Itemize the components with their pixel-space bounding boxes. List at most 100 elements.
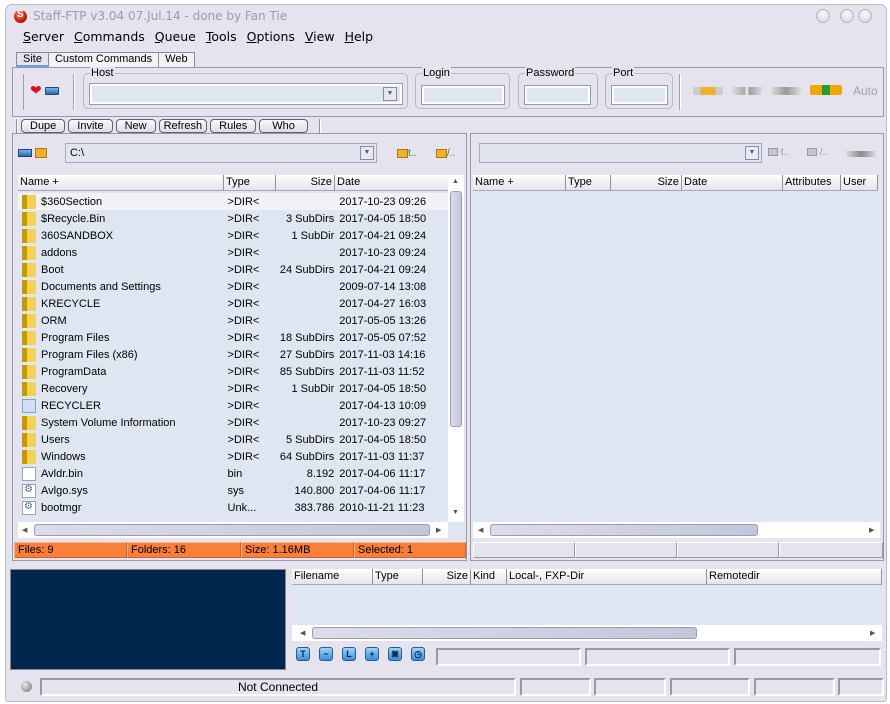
local-path-combo[interactable]: C:\ ▼ xyxy=(65,143,377,163)
login-input[interactable] xyxy=(421,85,505,105)
queue-schedule-icon[interactable]: ◷ xyxy=(411,647,425,661)
file-row[interactable]: Boot >DIR< 24 SubDirs 2017-04-21 09:24 xyxy=(18,261,448,278)
scroll-left-icon[interactable]: ◀ xyxy=(478,526,483,534)
dupe-button[interactable]: Dupe xyxy=(21,119,66,133)
col-type[interactable]: Type xyxy=(373,569,423,585)
local-vertical-scrollbar[interactable]: ▲ ▼ xyxy=(448,175,464,522)
local-computer-icon[interactable] xyxy=(18,149,32,157)
file-row[interactable]: Program Files >DIR< 18 SubDirs 2017-05-05 0… xyxy=(18,329,448,346)
queue-remove-icon[interactable]: − xyxy=(319,647,333,661)
menu-view[interactable]: View xyxy=(300,29,340,47)
sync-folders-icon[interactable] xyxy=(810,85,842,95)
file-row[interactable]: 360SANDBOX >DIR< 1 SubDir 2017-04-21 09:24 xyxy=(18,227,448,244)
local-root-dir-icon[interactable]: /.. xyxy=(436,148,455,159)
rules-button[interactable]: Rules xyxy=(210,119,257,133)
invite-button[interactable]: Invite xyxy=(68,119,113,133)
col-size[interactable]: Size xyxy=(611,175,682,191)
col-attributes[interactable]: Attributes xyxy=(783,175,841,191)
file-row[interactable]: Avldr.bin bin 8.192 2017-04-06 11:17 xyxy=(18,465,448,482)
tab-web[interactable]: Web xyxy=(158,52,195,67)
host-input[interactable] xyxy=(89,83,403,105)
menu-options[interactable]: Options xyxy=(242,29,300,47)
file-row[interactable]: $Recycle.Bin >DIR< 3 SubDirs 2017-04-05 18:… xyxy=(18,210,448,227)
auto-label[interactable]: Auto xyxy=(853,84,878,98)
local-file-list[interactable]: Name + Type Size Date $360Section >DIR< 20… xyxy=(18,175,464,538)
col-type[interactable]: Type xyxy=(224,175,276,191)
col-date[interactable]: Date xyxy=(682,175,783,191)
col-kind[interactable]: Kind xyxy=(471,569,507,585)
file-row[interactable]: Windows >DIR< 64 SubDirs 2017-11-03 11:37 xyxy=(18,448,448,465)
col-size[interactable]: Size xyxy=(423,569,471,585)
file-row[interactable]: ProgramData >DIR< 85 SubDirs 2017-11-03 11:… xyxy=(18,363,448,380)
scroll-left-icon[interactable]: ◀ xyxy=(22,526,27,534)
file-row[interactable]: $360Section >DIR< 2017-10-23 09:26 xyxy=(18,193,448,210)
file-row[interactable]: bootmgr Unk... 383.786 2010-11-21 11:23 xyxy=(18,499,448,516)
remote-path-combo[interactable]: ▼ xyxy=(479,143,762,163)
file-row[interactable]: ORM >DIR< 2017-05-05 13:26 xyxy=(18,312,448,329)
col-type[interactable]: Type xyxy=(566,175,611,191)
scroll-right-icon[interactable]: ▶ xyxy=(436,526,441,534)
queue-save-icon[interactable]: ▣ xyxy=(388,647,402,661)
scroll-down-icon[interactable]: ▼ xyxy=(452,509,459,516)
host-dropdown-icon[interactable]: ▼ xyxy=(383,87,397,101)
remote-file-list[interactable]: Name + Type Size Date Attributes User ◀ … xyxy=(473,175,880,538)
file-row[interactable]: Recovery >DIR< 1 SubDir 2017-04-05 18:50 xyxy=(18,380,448,397)
local-horizontal-scrollbar[interactable]: ◀ ▶ xyxy=(18,522,448,538)
local-path-dropdown-icon[interactable]: ▼ xyxy=(360,146,374,160)
new-button[interactable]: New xyxy=(115,119,156,133)
col-size[interactable]: Size xyxy=(276,175,335,191)
disconnect-plug-icon[interactable] xyxy=(732,87,762,95)
tab-custom-commands[interactable]: Custom Commands xyxy=(47,52,160,67)
file-row[interactable]: Documents and Settings >DIR< 2009-07-14 13… xyxy=(18,278,448,295)
col-local-dir[interactable]: Local-, FXP-Dir xyxy=(507,569,707,585)
local-hscroll-thumb[interactable] xyxy=(34,524,430,536)
queue-add-icon[interactable]: + xyxy=(365,647,379,661)
scroll-up-icon[interactable]: ▲ xyxy=(452,178,459,185)
col-name[interactable]: Name + xyxy=(18,175,224,191)
menu-server[interactable]: Server xyxy=(18,29,69,47)
col-filename[interactable]: Filename xyxy=(292,569,373,585)
password-input[interactable] xyxy=(524,85,591,105)
favorites-heart-icon[interactable]: ❤ xyxy=(30,83,42,97)
remote-horizontal-scrollbar[interactable]: ◀ ▶ xyxy=(473,522,880,538)
log-console[interactable] xyxy=(10,569,286,670)
queue-hscroll-thumb[interactable] xyxy=(312,627,697,639)
queue-horizontal-scrollbar[interactable]: ◀ ▶ xyxy=(292,625,882,641)
who-button[interactable]: Who xyxy=(259,119,308,133)
col-date[interactable]: Date xyxy=(335,175,449,191)
connect-computer-icon[interactable] xyxy=(45,87,59,95)
local-folder-icon[interactable] xyxy=(35,148,47,158)
remote-hscroll-thumb[interactable] xyxy=(490,524,758,536)
file-row[interactable]: KRECYCLE >DIR< 2017-04-27 16:03 xyxy=(18,295,448,312)
remote-transfer-plug-icon[interactable] xyxy=(846,151,876,157)
file-row[interactable]: RECYCLER >DIR< 2017-04-13 10:09 xyxy=(18,397,448,414)
col-user[interactable]: User xyxy=(841,175,878,191)
queue-transfer-icon[interactable]: T xyxy=(296,647,310,661)
menu-commands[interactable]: Commands xyxy=(69,29,150,47)
transfer-queue-list[interactable]: Filename Type Size Kind Local-, FXP-Dir … xyxy=(292,569,882,641)
maximize-button[interactable] xyxy=(840,9,854,23)
connect-plug-icon[interactable] xyxy=(693,87,723,95)
scroll-left-icon[interactable]: ◀ xyxy=(300,629,305,637)
scroll-right-icon[interactable]: ▶ xyxy=(869,526,874,534)
menu-tools[interactable]: Tools xyxy=(201,29,242,47)
remote-parent-dir-icon[interactable]: t.. xyxy=(768,147,789,158)
queue-load-icon[interactable]: L xyxy=(342,647,356,661)
local-vscroll-thumb[interactable] xyxy=(450,191,462,427)
file-row[interactable]: addons >DIR< 2017-10-23 09:24 xyxy=(18,244,448,261)
file-row[interactable]: Users >DIR< 5 SubDirs 2017-04-05 18:50 xyxy=(18,431,448,448)
file-row[interactable]: System Volume Information >DIR< 2017-10-23… xyxy=(18,414,448,431)
close-button[interactable] xyxy=(858,9,872,23)
file-row[interactable]: Avlgo.sys sys 140.800 2017-04-06 11:17 xyxy=(18,482,448,499)
minimize-button[interactable] xyxy=(816,9,830,23)
remote-path-dropdown-icon[interactable]: ▼ xyxy=(745,146,759,160)
col-name[interactable]: Name + xyxy=(473,175,566,191)
col-remotedir[interactable]: Remotedir xyxy=(707,569,882,585)
file-row[interactable]: Program Files (x86) >DIR< 27 SubDirs 2017-1… xyxy=(18,346,448,363)
menu-queue[interactable]: Queue xyxy=(150,29,201,47)
reconnect-plug-icon[interactable] xyxy=(771,87,801,95)
tab-site[interactable]: Site xyxy=(16,52,49,67)
remote-root-dir-icon[interactable]: /.. xyxy=(807,147,828,158)
refresh-button[interactable]: Refresh xyxy=(158,119,208,133)
scroll-right-icon[interactable]: ▶ xyxy=(870,629,875,637)
